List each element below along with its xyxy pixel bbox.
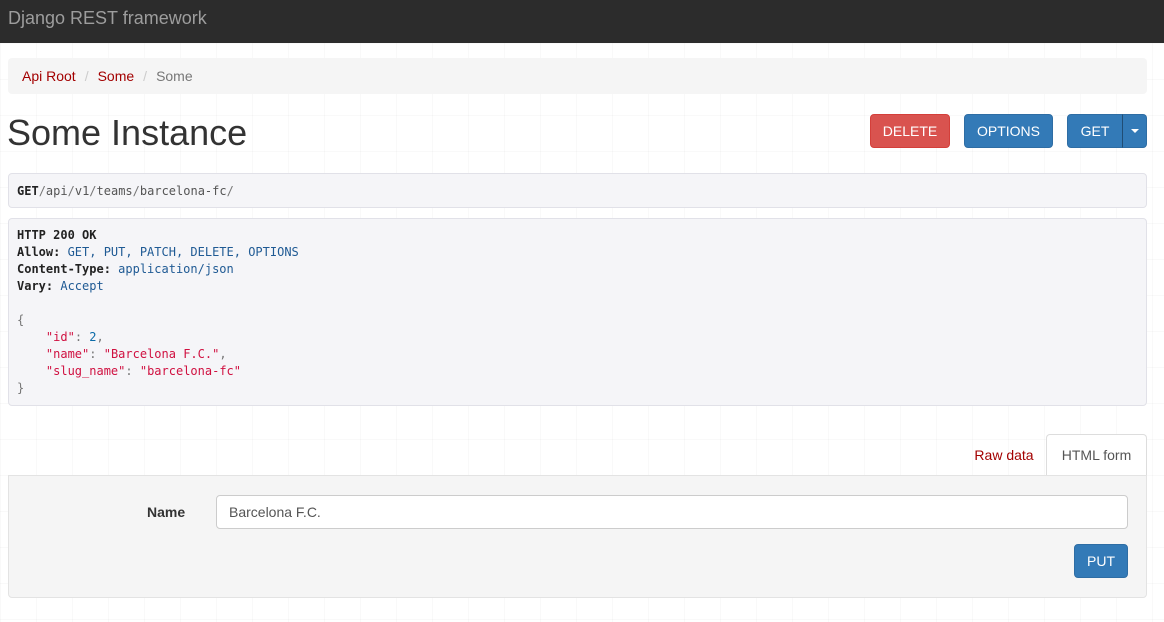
header-value: application/json <box>118 262 234 276</box>
json-value: 2 <box>89 330 97 344</box>
request-path-segment: api <box>45 183 68 198</box>
chevron-down-icon <box>1130 129 1139 133</box>
put-button[interactable]: PUT <box>1074 544 1128 578</box>
json-key: "slug_name" <box>45 364 126 378</box>
request-path-segment: teams <box>96 183 133 198</box>
request-info: GET / api / v1/teams / barcelona-fc / <box>8 173 1147 208</box>
name-field-label: Name <box>147 504 186 520</box>
json-key: "id" <box>45 330 75 344</box>
page-title: Some Instance <box>7 112 248 153</box>
request-method: GET <box>17 183 39 198</box>
html-form-panel: Name PUT <box>8 475 1147 598</box>
response-info: HTTP 200 OK Allow: GET, PUT, PATCH, DELET… <box>8 218 1147 406</box>
breadcrumb: Api Root / Some / Some <box>8 58 1147 94</box>
json-value: "barcelona-fc" <box>139 364 241 378</box>
response-status: HTTP 200 OK <box>17 228 97 242</box>
delete-button-label: DELETE <box>882 123 938 139</box>
tab-html-form[interactable]: HTML form <box>1046 434 1147 476</box>
get-format-dropdown-toggle[interactable] <box>1122 114 1147 148</box>
breadcrumb-current: Some <box>156 68 193 84</box>
header-name: Vary <box>17 279 46 293</box>
request-path-segment: v1 <box>74 183 90 198</box>
breadcrumb-separator: / <box>84 68 89 84</box>
breadcrumb-separator: / <box>143 68 148 84</box>
breadcrumb-api-root[interactable]: Api Root <box>22 68 76 84</box>
json-value: "Barcelona F.C." <box>103 347 220 361</box>
form-tabs: Raw data HTML form <box>8 434 1147 476</box>
header-name: Allow <box>17 245 54 259</box>
get-button-label: GET <box>1080 123 1110 139</box>
breadcrumb-some[interactable]: Some <box>98 68 135 84</box>
request-path-segment: barcelona-fc <box>139 183 227 198</box>
delete-button[interactable]: DELETE <box>870 114 950 148</box>
options-button[interactable]: OPTIONS <box>964 114 1053 148</box>
navbar: Django REST framework <box>0 0 1164 43</box>
put-button-label: PUT <box>1087 553 1115 569</box>
header-name: Content-Type <box>17 262 104 276</box>
get-button[interactable]: GET <box>1067 114 1123 148</box>
name-input[interactable] <box>216 495 1128 529</box>
navbar-brand[interactable]: Django REST framework <box>8 8 207 28</box>
tab-raw-data[interactable]: Raw data <box>957 434 1051 476</box>
json-key: "name" <box>45 347 90 361</box>
options-button-label: OPTIONS <box>976 123 1040 139</box>
header-value: GET, PUT, PATCH, DELETE, OPTIONS <box>67 245 299 259</box>
header-value: Accept <box>60 279 104 293</box>
